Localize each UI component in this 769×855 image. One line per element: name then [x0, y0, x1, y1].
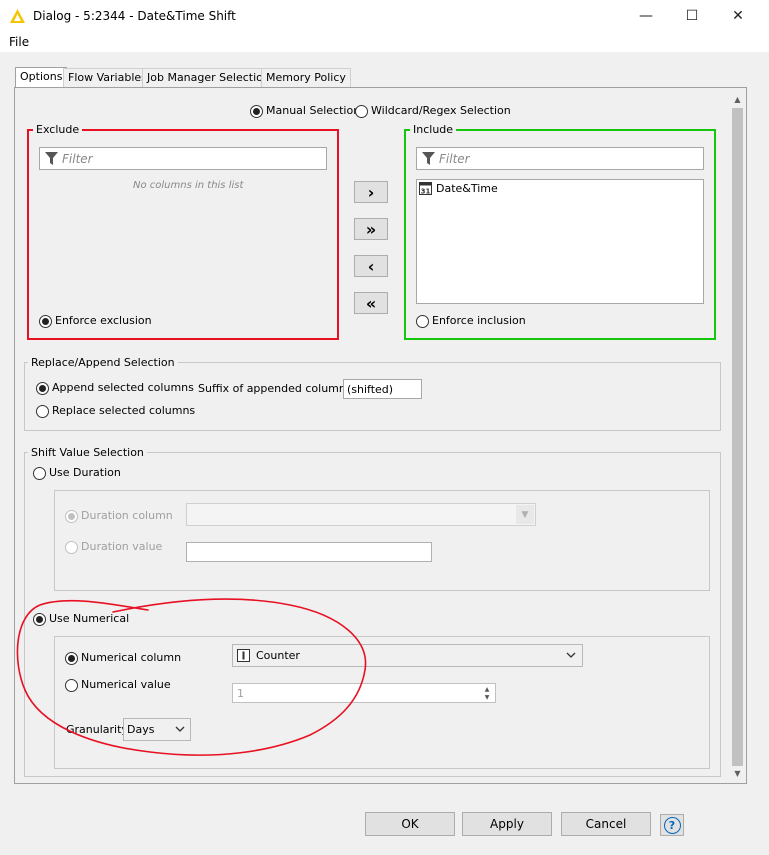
- wildcard-selection-radio[interactable]: [355, 105, 368, 118]
- numerical-value-label: Numerical value: [81, 678, 171, 691]
- double-chevron-left-icon: «: [365, 293, 377, 313]
- use-numerical-label: Use Numerical: [49, 612, 130, 625]
- tab-memory-policy[interactable]: Memory Policy: [261, 68, 351, 87]
- replace-append-title: Replace/Append Selection: [28, 356, 178, 369]
- manual-selection-label: Manual Selection: [266, 104, 361, 117]
- numerical-column-radio[interactable]: [65, 652, 78, 665]
- spinner-down-icon[interactable]: ▼: [480, 693, 494, 701]
- chevron-down-icon: [175, 726, 185, 732]
- close-button[interactable]: ✕: [715, 0, 761, 32]
- help-glyph: ?: [668, 818, 676, 832]
- chevron-left-icon: ‹: [367, 256, 375, 276]
- use-duration-label: Use Duration: [49, 466, 121, 479]
- granularity-label: Granularity: [66, 723, 128, 736]
- apply-label: Apply: [490, 817, 524, 831]
- cancel-label: Cancel: [585, 817, 627, 831]
- window-title: Dialog - 5:2344 - Date&Time Shift: [33, 9, 236, 23]
- include-item-label: Date&Time: [436, 182, 498, 195]
- chevron-down-icon: [566, 652, 576, 658]
- scroll-up-icon[interactable]: ▲: [730, 92, 745, 107]
- include-title: Include: [410, 123, 457, 136]
- menu-file[interactable]: File: [9, 35, 29, 49]
- suffix-input[interactable]: (shifted): [343, 379, 422, 399]
- title-bar: Dialog - 5:2344 - Date&Time Shift — ☐ ✕: [0, 0, 769, 32]
- use-numerical-radio[interactable]: [33, 613, 46, 626]
- numerical-column-value: Counter: [256, 649, 300, 662]
- numerical-value-input: 1: [237, 687, 244, 700]
- integer-type-icon: [237, 649, 250, 662]
- ok-button[interactable]: OK: [365, 812, 455, 836]
- include-list[interactable]: 31 Date&Time: [416, 179, 704, 304]
- duration-column-label: Duration column: [81, 509, 173, 522]
- scroll-down-icon[interactable]: ▼: [730, 766, 745, 781]
- use-duration-radio[interactable]: [33, 467, 46, 480]
- include-filter-input[interactable]: Filter: [416, 147, 704, 170]
- replace-columns-label: Replace selected columns: [52, 404, 196, 417]
- exclude-empty-text: No columns in this list: [133, 180, 244, 191]
- enforce-exclusion-radio[interactable]: [39, 315, 52, 328]
- duration-value-radio[interactable]: [65, 541, 78, 554]
- granularity-value: Days: [127, 723, 155, 736]
- list-item[interactable]: 31 Date&Time: [419, 181, 619, 197]
- svg-text:31: 31: [421, 188, 431, 196]
- help-icon: ?: [663, 816, 681, 834]
- exclude-filter-placeholder: Filter: [62, 152, 93, 166]
- chevron-right-icon: ›: [367, 182, 375, 202]
- numerical-value-radio[interactable]: [65, 679, 78, 692]
- help-button[interactable]: ?: [660, 814, 684, 836]
- duration-value-input[interactable]: [186, 542, 432, 562]
- manual-selection-radio[interactable]: [250, 105, 263, 118]
- duration-column-radio[interactable]: [65, 510, 78, 523]
- tab-job-manager-selection[interactable]: Job Manager Selection: [142, 68, 275, 87]
- filter-icon: [45, 152, 58, 165]
- suffix-value: (shifted): [347, 383, 394, 396]
- duration-column-select[interactable]: ▼: [186, 503, 536, 526]
- include-filter-placeholder: Filter: [439, 152, 470, 166]
- suffix-label: Suffix of appended columns:: [198, 382, 356, 395]
- add-selected-button[interactable]: ›: [354, 181, 388, 203]
- granularity-select[interactable]: Days: [123, 718, 191, 741]
- chevron-down-icon: ▼: [516, 505, 534, 524]
- remove-all-button[interactable]: «: [354, 292, 388, 314]
- ok-label: OK: [401, 817, 419, 831]
- apply-button[interactable]: Apply: [462, 812, 552, 836]
- maximize-icon: ☐: [685, 8, 699, 24]
- close-icon: ✕: [732, 8, 744, 24]
- numerical-column-label: Numerical column: [81, 651, 182, 664]
- numerical-value-spinner[interactable]: 1 ▲ ▼: [232, 683, 496, 703]
- scrollbar-thumb[interactable]: [732, 108, 743, 766]
- filter-icon: [422, 152, 435, 165]
- wildcard-selection-label: Wildcard/Regex Selection: [371, 104, 511, 117]
- calendar-icon: 31: [419, 182, 432, 195]
- replace-columns-radio[interactable]: [36, 405, 49, 418]
- enforce-inclusion-label: Enforce inclusion: [432, 314, 526, 327]
- exclude-title: Exclude: [33, 123, 83, 136]
- append-columns-label: Append selected columns: [52, 381, 194, 394]
- menu-bar: File: [0, 32, 769, 52]
- minimize-icon: —: [639, 8, 653, 24]
- tab-flow-variables[interactable]: Flow Variables: [63, 68, 152, 87]
- cancel-button[interactable]: Cancel: [561, 812, 651, 836]
- knime-logo-icon: [10, 9, 25, 23]
- enforce-exclusion-label: Enforce exclusion: [55, 314, 152, 327]
- enforce-inclusion-radio[interactable]: [416, 315, 429, 328]
- numerical-column-select[interactable]: Counter: [232, 644, 583, 667]
- vertical-scrollbar[interactable]: ▲ ▼: [730, 92, 745, 781]
- append-columns-radio[interactable]: [36, 382, 49, 395]
- minimize-button[interactable]: —: [623, 0, 669, 32]
- tab-options[interactable]: Options: [15, 67, 68, 88]
- add-all-button[interactable]: »: [354, 218, 388, 240]
- shift-value-title: Shift Value Selection: [28, 446, 147, 459]
- remove-selected-button[interactable]: ‹: [354, 255, 388, 277]
- double-chevron-right-icon: »: [365, 219, 377, 239]
- spinner-up-icon[interactable]: ▲: [480, 685, 494, 693]
- maximize-button[interactable]: ☐: [669, 0, 715, 32]
- exclude-filter-input[interactable]: Filter: [39, 147, 327, 170]
- duration-value-label: Duration value: [81, 540, 163, 553]
